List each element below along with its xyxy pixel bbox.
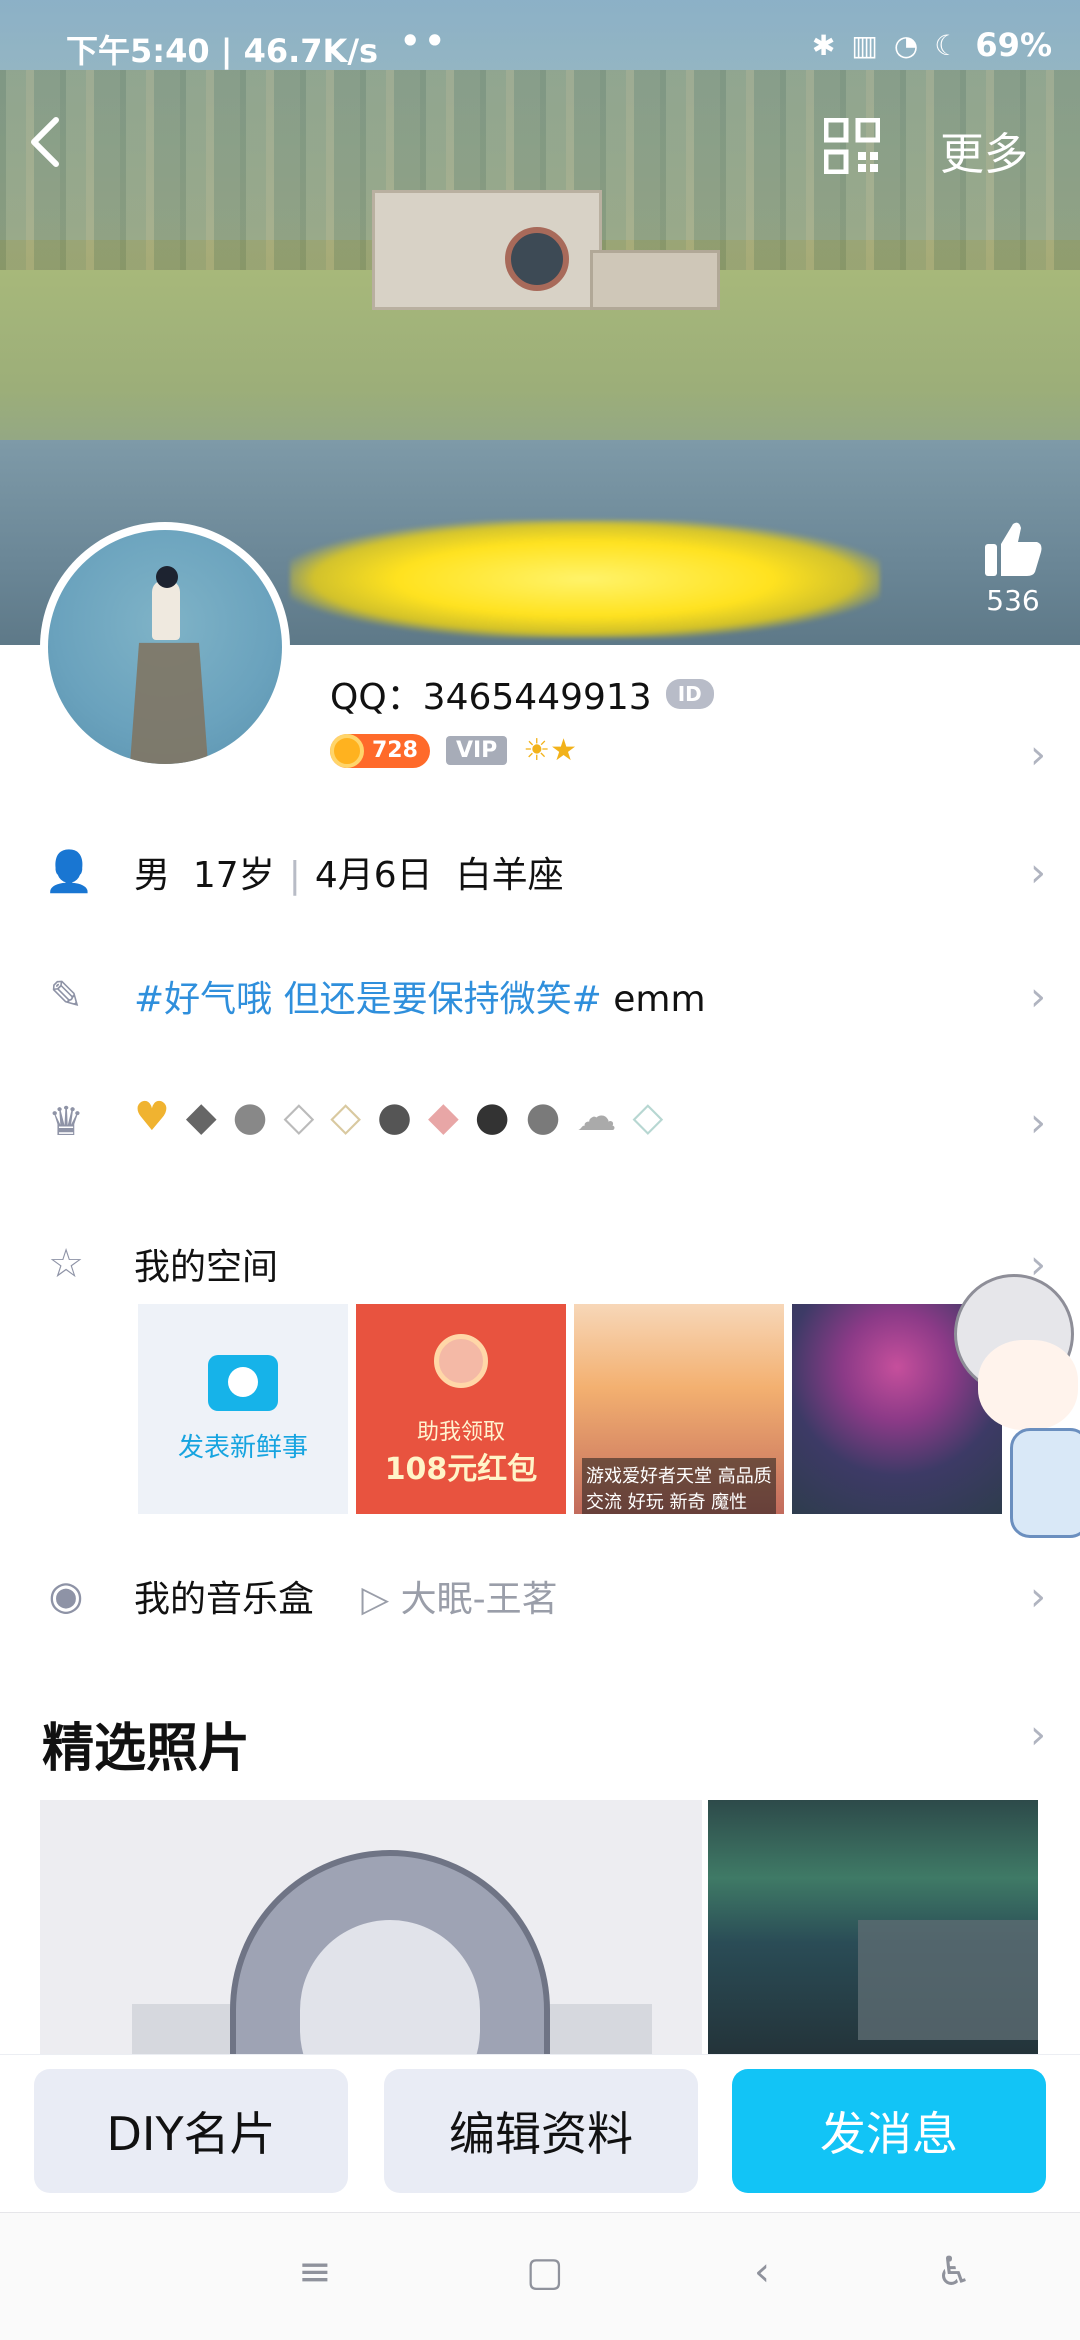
medal-penguin-icon: ● xyxy=(377,1094,412,1140)
basic-info: 男 17岁 | 4月6日 白羊座 xyxy=(134,846,564,898)
qr-code-button[interactable] xyxy=(823,117,881,175)
signal-hd-icon: ▥ xyxy=(851,28,878,62)
chevron-right-icon: › xyxy=(1030,732,1046,778)
avatar-head xyxy=(156,566,178,588)
signature-row[interactable]: ✎ #好气哦 但还是要保持微笑# emm › xyxy=(0,944,1080,1044)
menu-icon[interactable]: ≡ xyxy=(298,2249,332,2295)
age: 17岁 xyxy=(192,855,275,896)
play-icon: ▷ xyxy=(361,1579,390,1620)
camera-icon xyxy=(208,1354,278,1411)
qr-code-icon xyxy=(823,117,881,175)
birthday: 4月6日 xyxy=(314,855,433,896)
cover-ruin xyxy=(372,190,602,310)
music-label: 我的音乐盒 ▷ 大眠-王茗 xyxy=(134,1570,558,1622)
signature-tag: #好气哦 但还是要保持微笑# xyxy=(134,979,602,1020)
medal-vip-icon: ♥ xyxy=(134,1094,170,1140)
featured-photos-title: 精选照片 xyxy=(42,1719,251,1779)
accessibility-icon[interactable]: ♿ xyxy=(936,2249,972,2295)
medal-diamond-icon: ◇ xyxy=(632,1094,664,1140)
system-nav-bar: ≡ ▢ ‹ ♿ xyxy=(0,2212,1080,2340)
cover-ruin-hole xyxy=(505,227,569,291)
photo-ship xyxy=(858,1920,1038,2040)
bluetooth-icon: ✱ xyxy=(811,28,836,62)
back-button[interactable] xyxy=(26,112,86,182)
level-row-chevron[interactable]: › xyxy=(0,702,1080,802)
game-tile-text: 游戏爱好者天堂 高品质交流 好玩 新奇 魔性 xyxy=(582,1458,776,1514)
signature-text: emm xyxy=(601,979,706,1020)
chevron-right-icon: › xyxy=(1030,1100,1046,1146)
action-bar: DIY名片 编辑资料 发消息 xyxy=(0,2054,1080,2212)
space-tiles: 发表新鲜事 助我领取 108元红包 游戏爱好者天堂 高品质交流 好玩 新奇 魔性 xyxy=(138,1304,1002,1514)
music-song: 大眠-王茗 xyxy=(400,1579,558,1620)
status-bar: 下午5:40 | 46.7K/s •• ✱ ▥ ◔ ☾ 69% xyxy=(0,0,1080,96)
game-tile[interactable]: 游戏爱好者天堂 高品质交流 好玩 新奇 魔性 xyxy=(574,1304,784,1514)
person-icon: 👤 xyxy=(44,849,94,895)
post-new-tile[interactable]: 发表新鲜事 xyxy=(138,1304,348,1514)
medals-row[interactable]: ♛ ♥ ◆ ● ◇ ◇ ● ◆ ● ● ☁ ◇ › xyxy=(0,1070,1080,1170)
space-row[interactable]: ☆ 我的空间 › xyxy=(0,1212,1080,1312)
medal-penguin-icon: ● xyxy=(525,1094,561,1140)
moon-icon: ☾ xyxy=(934,28,960,62)
gender: 男 xyxy=(134,855,171,896)
red-packet-line1: 助我领取 xyxy=(416,1420,505,1445)
signature: #好气哦 但还是要保持微笑# emm xyxy=(134,970,706,1022)
avatar-person xyxy=(152,580,180,640)
chevron-right-icon: › xyxy=(1030,850,1046,896)
medal-diamond-icon: ◆ xyxy=(427,1094,459,1140)
diy-card-button[interactable]: DIY名片 xyxy=(34,2069,348,2193)
wifi-icon: ◔ xyxy=(893,28,919,62)
space-label: 我的空间 xyxy=(134,1247,279,1288)
medal-penguin-icon: ● xyxy=(474,1094,510,1140)
zodiac: 白羊座 xyxy=(455,855,564,896)
cover-ruin-part xyxy=(590,250,720,310)
red-packet-tile[interactable]: 助我领取 108元红包 xyxy=(356,1304,566,1514)
nickname-obscured xyxy=(290,520,880,638)
red-packet-avatar xyxy=(434,1334,488,1388)
like-button[interactable]: 536 xyxy=(978,520,1048,617)
thumbs-up-icon xyxy=(985,522,1042,576)
medal-cloud-icon: ☁ xyxy=(576,1094,617,1140)
medal-diamond-icon: ◇ xyxy=(283,1094,315,1140)
star-z-icon: ☆ xyxy=(48,1241,84,1287)
mascot-face xyxy=(978,1340,1078,1430)
chevron-left-icon xyxy=(31,117,59,167)
divider: | xyxy=(288,855,301,896)
battery-level: 69% xyxy=(975,26,1052,64)
red-packet-line2: 108元红包 xyxy=(384,1452,538,1487)
status-dots: •• xyxy=(400,22,449,60)
mascot-sticker[interactable] xyxy=(934,1248,1080,1548)
medal-diamond-icon: ◇ xyxy=(330,1094,362,1140)
chevron-right-icon[interactable]: › xyxy=(1030,1712,1046,1758)
send-message-button[interactable]: 发消息 xyxy=(732,2069,1046,2193)
pencil-icon: ✎ xyxy=(49,973,83,1019)
back-icon[interactable]: ‹ xyxy=(754,2249,770,2295)
featured-photo-1[interactable] xyxy=(40,1800,702,2060)
music-row[interactable]: ◉ 我的音乐盒 ▷ 大眠-王茗 › xyxy=(0,1544,1080,1644)
like-count: 536 xyxy=(986,584,1040,617)
music-disc-icon: ◉ xyxy=(48,1573,84,1619)
mascot-body xyxy=(1010,1428,1080,1538)
medal-list: ♥ ◆ ● ◇ ◇ ● ◆ ● ● ☁ ◇ xyxy=(134,1094,663,1140)
status-time: 下午5:40 | 46.7K/s xyxy=(66,32,379,70)
basic-info-row[interactable]: 👤 男 17岁 | 4月6日 白羊座 › xyxy=(0,820,1080,920)
edit-profile-button[interactable]: 编辑资料 xyxy=(384,2069,698,2193)
more-button[interactable]: 更多 xyxy=(940,118,1028,182)
medal-penguin-icon: ● xyxy=(232,1094,268,1140)
medal-penguin-icon: ◆ xyxy=(185,1094,217,1140)
chevron-right-icon: › xyxy=(1030,974,1046,1020)
home-icon[interactable]: ▢ xyxy=(526,2249,564,2295)
featured-photo-2[interactable] xyxy=(708,1800,1038,2060)
music-title: 我的音乐盒 xyxy=(134,1579,315,1620)
post-new-label: 发表新鲜事 xyxy=(177,1432,308,1463)
chevron-right-icon: › xyxy=(1030,1574,1046,1620)
crown-box-icon: ♛ xyxy=(48,1099,84,1145)
status-right: ✱ ▥ ◔ ☾ 69% xyxy=(812,26,1052,64)
profile-page: 下午5:40 | 46.7K/s •• ✱ ▥ ◔ ☾ 69% 更多 536 Q… xyxy=(0,0,1080,2340)
